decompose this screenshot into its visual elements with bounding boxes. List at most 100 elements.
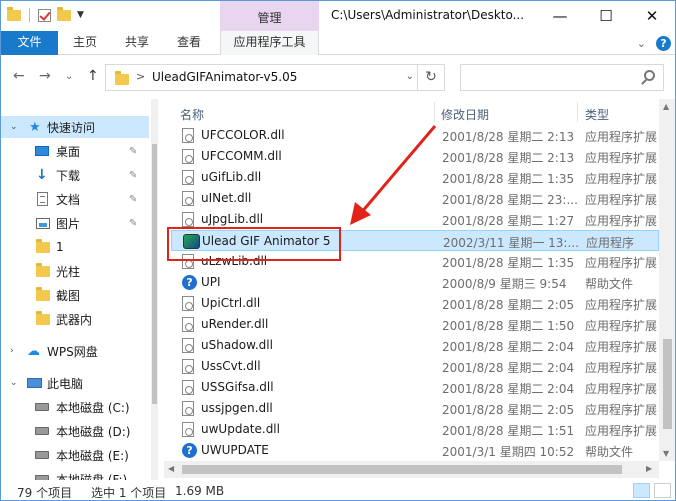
minimize-button[interactable]: — <box>537 1 583 31</box>
list-horizontal-scrollbar-thumb[interactable] <box>182 465 622 474</box>
large-icons-view-button[interactable] <box>654 483 671 498</box>
file-type: 应用程序扩展 <box>585 403 658 417</box>
file-type: 应用程序扩展 <box>585 319 658 333</box>
column-header-date[interactable]: 修改日期 <box>441 106 489 123</box>
tab-home[interactable]: 主页 <box>65 31 105 55</box>
nav-label: 本地磁盘 (F:) <box>56 472 128 481</box>
selection-size: 1.69 MB <box>175 484 225 498</box>
context-tab-manage[interactable]: 管理 <box>220 1 319 31</box>
nav-scrollbar-thumb[interactable] <box>152 144 157 404</box>
scroll-right-icon[interactable]: ▶ <box>646 464 652 473</box>
file-type: 应用程序扩展 <box>585 256 658 270</box>
expand-caret-icon[interactable]: ⌄ <box>10 122 18 132</box>
expand-caret-icon[interactable]: ⌄ <box>10 378 18 388</box>
column-header-type[interactable]: 类型 <box>585 106 609 123</box>
scroll-down-icon[interactable]: ▼ <box>663 449 669 458</box>
pin-icon[interactable]: ✎ <box>129 218 137 229</box>
table-row[interactable]: uGifLib.dll 2001/8/28 星期二 1:35 应用程序扩展 <box>171 167 659 188</box>
nav-item-this-pc[interactable]: ⌄ 此电脑 <box>1 372 149 394</box>
up-button[interactable]: ↑ <box>87 68 99 84</box>
breadcrumb-chevron-icon[interactable]: > <box>136 70 145 83</box>
table-row[interactable]: ussjpgen.dll 2001/8/28 星期二 2:05 应用程序扩展 <box>171 398 659 419</box>
scroll-left-icon[interactable]: ◀ <box>168 464 174 473</box>
file-type: 应用程序扩展 <box>585 151 658 165</box>
customize-toolbar-icon[interactable]: ▼ <box>77 10 84 20</box>
tab-view[interactable]: 查看 <box>169 31 209 55</box>
expand-caret-icon[interactable]: › <box>10 346 14 356</box>
pin-icon[interactable]: ✎ <box>129 146 137 157</box>
details-view-button[interactable] <box>633 483 650 498</box>
address-box[interactable]: > UleadGIFAnimator-v5.05 ⌄ ↻ <box>105 64 445 91</box>
file-date: 2001/8/28 星期二 2:05 <box>442 298 575 312</box>
dll-file-icon <box>182 191 194 206</box>
nav-item-folder-weapons[interactable]: 武器内 <box>1 308 149 330</box>
table-row[interactable]: USSGifsa.dll 2001/8/28 星期二 2:04 应用程序扩展 <box>171 377 659 398</box>
new-folder-icon[interactable] <box>57 6 71 21</box>
table-row[interactable]: UFCCOMM.dll 2001/8/28 星期二 2:13 应用程序扩展 <box>171 146 659 167</box>
file-type: 应用程序扩展 <box>585 340 658 354</box>
nav-item-downloads[interactable]: ↓ 下载 ✎ <box>1 164 149 186</box>
tab-file[interactable]: 文件 <box>1 31 58 55</box>
pin-icon[interactable]: ✎ <box>129 170 137 181</box>
properties-icon[interactable] <box>38 8 51 22</box>
nav-item-pictures[interactable]: 图片 ✎ <box>1 212 149 234</box>
list-vertical-scrollbar[interactable]: ▲ ▼ <box>659 99 675 461</box>
column-divider[interactable] <box>434 102 435 122</box>
column-divider[interactable] <box>577 102 578 122</box>
table-row[interactable]: UFCCOLOR.dll 2001/8/28 星期二 2:13 应用程序扩展 <box>171 125 659 146</box>
table-row[interactable]: UpiCtrl.dll 2001/8/28 星期二 2:05 应用程序扩展 <box>171 293 659 314</box>
pin-icon[interactable]: ✎ <box>129 194 137 205</box>
nav-item-folder-1[interactable]: 1 <box>1 236 149 258</box>
drive-icon <box>35 451 49 459</box>
list-horizontal-scrollbar[interactable]: ◀ ▶ <box>164 461 659 478</box>
file-date: 2001/8/28 星期二 2:04 <box>442 361 575 375</box>
scroll-up-icon[interactable]: ▲ <box>663 102 669 111</box>
nav-label: 光柱 <box>56 264 81 279</box>
nav-item-wps-cloud[interactable]: › ☁ WPS网盘 <box>1 340 149 362</box>
breadcrumb-current[interactable]: UleadGIFAnimator-v5.05 <box>152 70 297 84</box>
file-name: UFCCOLOR.dll <box>201 128 285 142</box>
maximize-button[interactable]: ☐ <box>583 1 629 31</box>
nav-item-quick-access[interactable]: ⌄ ★ 快速访问 <box>1 116 149 138</box>
column-header-name[interactable]: 名称 <box>180 106 204 123</box>
table-row[interactable]: uShadow.dll 2001/8/28 星期二 2:04 应用程序扩展 <box>171 335 659 356</box>
table-row[interactable]: uwUpdate.dll 2001/8/28 星期二 1:51 应用程序扩展 <box>171 419 659 440</box>
recent-locations-button[interactable]: ⌄ <box>65 71 73 82</box>
nav-item-desktop[interactable]: 桌面 ✎ <box>1 140 149 162</box>
nav-item-folder-guangzhu[interactable]: 光柱 <box>1 260 149 282</box>
nav-item-folder-screenshots[interactable]: 截图 <box>1 284 149 306</box>
table-row[interactable]: uINet.dll 2001/8/28 星期二 23:... 应用程序扩展 <box>171 188 659 209</box>
table-row[interactable]: UssCvt.dll 2001/8/28 星期二 2:04 应用程序扩展 <box>171 356 659 377</box>
file-date: 2002/3/11 星期一 13:... <box>443 236 579 250</box>
nav-item-drive-e[interactable]: 本地磁盘 (E:) <box>1 444 149 466</box>
nav-item-documents[interactable]: 文档 ✎ <box>1 188 149 210</box>
table-row[interactable]: uRender.dll 2001/8/28 星期二 1:50 应用程序扩展 <box>171 314 659 335</box>
toolbar-separator <box>29 8 30 22</box>
search-input[interactable] <box>460 64 664 91</box>
file-type: 帮助文件 <box>585 445 634 459</box>
nav-item-drive-d[interactable]: 本地磁盘 (D:) <box>1 420 149 442</box>
nav-label: 桌面 <box>56 144 81 159</box>
refresh-button[interactable]: ↻ <box>417 65 444 90</box>
file-name: UFCCOMM.dll <box>201 149 282 163</box>
file-date: 2001/8/28 星期二 1:27 <box>442 214 575 228</box>
close-button[interactable]: ✕ <box>629 1 675 31</box>
file-type: 应用程序扩展 <box>585 172 658 186</box>
help-icon[interactable]: ? <box>656 36 671 51</box>
file-list: 名称 修改日期 类型 UFCCOLOR.dll 2001/8/28 星期二 2:1… <box>164 99 659 461</box>
list-vertical-scrollbar-thumb[interactable] <box>663 339 672 429</box>
nav-item-drive-c[interactable]: 本地磁盘 (C:) <box>1 396 149 418</box>
file-date: 2001/8/28 星期二 2:04 <box>442 382 575 396</box>
back-button[interactable]: ← <box>13 68 25 84</box>
tab-application-tools[interactable]: 应用程序工具 <box>220 31 319 55</box>
nav-scrollbar[interactable] <box>151 99 158 480</box>
tab-share[interactable]: 共享 <box>117 31 157 55</box>
folder-icon <box>36 262 50 277</box>
expand-ribbon-icon[interactable]: ⌄ <box>637 37 646 50</box>
dll-file-icon <box>182 212 194 227</box>
table-row[interactable]: ? UWUPDATE 2001/3/1 星期四 10:52 帮助文件 <box>171 440 659 461</box>
nav-item-drive-f[interactable]: 本地磁盘 (F:) <box>1 468 149 480</box>
forward-button[interactable]: → <box>39 68 51 84</box>
address-dropdown-icon[interactable]: ⌄ <box>406 71 414 82</box>
table-row[interactable]: ? UPI 2000/8/9 星期三 9:54 帮助文件 <box>171 272 659 293</box>
